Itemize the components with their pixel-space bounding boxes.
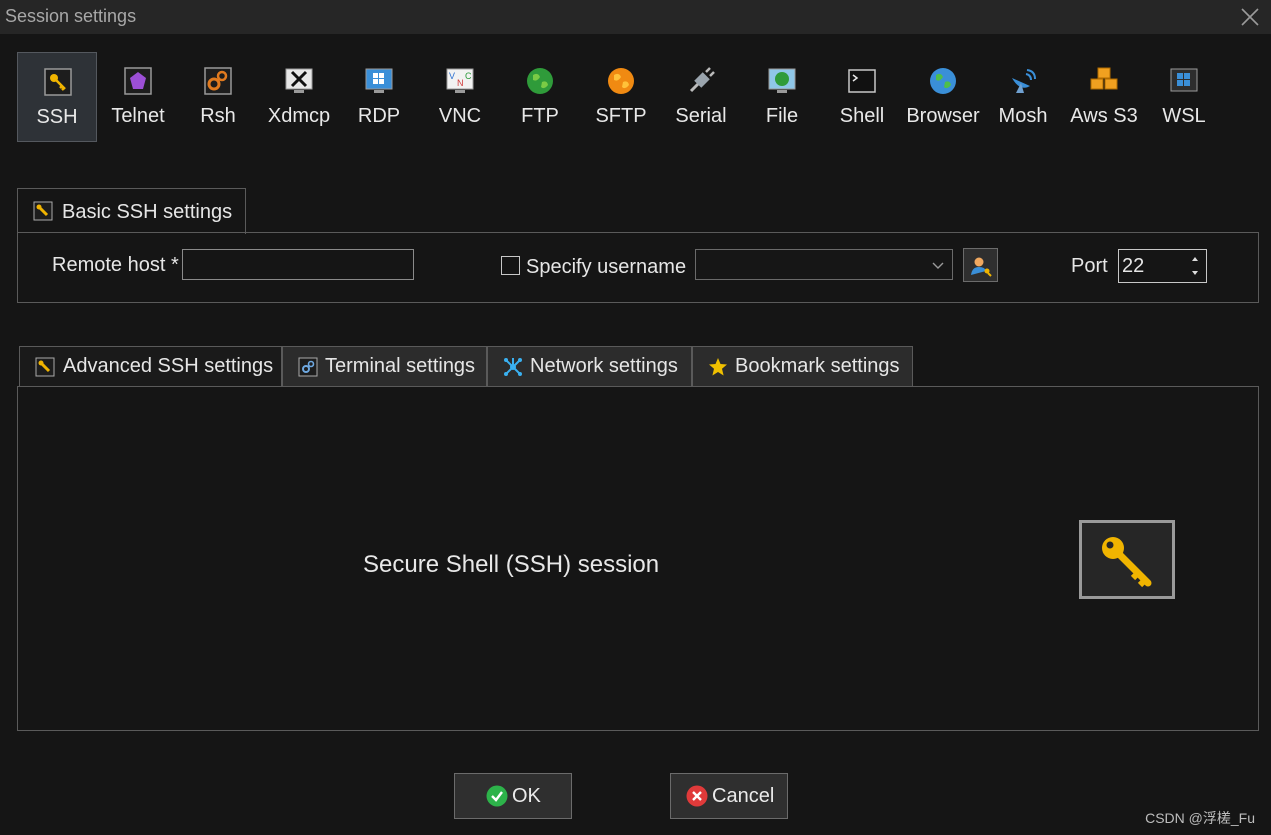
port-spinner[interactable]: 22	[1118, 249, 1207, 283]
watermark: CSDN @浮槎_Fu	[1145, 810, 1255, 826]
port-label: Port	[1071, 255, 1108, 277]
spin-down-icon[interactable]	[1190, 269, 1200, 277]
protocol-label: File	[765, 105, 799, 127]
protocol-wsl[interactable]: WSL	[1144, 52, 1224, 142]
protocol-label: Mosh	[998, 105, 1048, 127]
wrench-icon	[35, 357, 55, 377]
xdmcp-x-icon	[285, 68, 313, 93]
tab-label: Bookmark settings	[735, 355, 900, 377]
port-value[interactable]: 22	[1122, 255, 1144, 278]
protocol-aws-s3[interactable]: Aws S3	[1064, 52, 1144, 142]
vnc-monitor-icon: V N C	[446, 68, 474, 93]
protocol-browser[interactable]: Browser	[903, 52, 983, 142]
protocol-label: Xdmcp	[267, 105, 331, 127]
basic-settings-panel: Remote host * Specify username Port 22	[17, 232, 1259, 303]
protocol-label: VNC	[438, 105, 482, 127]
star-icon	[709, 358, 727, 376]
cancel-button[interactable]: Cancel	[670, 773, 788, 819]
specify-username-checkbox[interactable]	[501, 256, 520, 275]
svg-text:N: N	[457, 78, 464, 88]
close-icon[interactable]	[1239, 6, 1261, 28]
user-manager-button[interactable]	[963, 248, 998, 282]
large-key-icon	[1102, 537, 1152, 588]
protocol-telnet[interactable]: Telnet	[98, 52, 178, 142]
cancel-label: Cancel	[712, 785, 775, 807]
protocol-xdmcp[interactable]: Xdmcp	[259, 52, 339, 142]
aws-s3-cubes-icon	[1090, 67, 1118, 90]
terminal-gears-icon	[298, 357, 318, 377]
file-globe-monitor-icon	[768, 68, 796, 93]
protocol-rsh[interactable]: Rsh	[178, 52, 258, 142]
session-description: Secure Shell (SSH) session	[363, 551, 660, 578]
ok-label: OK	[512, 785, 541, 807]
tab-terminal-settings[interactable]: Terminal settings	[282, 346, 487, 386]
spin-up-icon[interactable]	[1190, 255, 1200, 263]
telnet-gem-icon	[124, 67, 152, 95]
wrench-icon	[33, 201, 53, 221]
tab-label: Terminal settings	[325, 355, 476, 377]
ssh-logo	[1079, 520, 1175, 599]
protocol-label: WSL	[1162, 105, 1206, 127]
protocol-label: SSH	[36, 106, 78, 128]
protocol-label: RDP	[357, 105, 401, 127]
svg-text:V: V	[449, 71, 455, 81]
svg-text:C: C	[465, 71, 472, 81]
protocol-label: Aws S3	[1070, 105, 1138, 127]
ok-button[interactable]: OK	[454, 773, 572, 819]
protocol-file[interactable]: File	[742, 52, 822, 142]
check-icon	[486, 785, 508, 807]
protocol-label: Browser	[906, 105, 980, 127]
sftp-globe-icon	[608, 68, 634, 94]
tab-advanced-ssh-settings[interactable]: Advanced SSH settings	[19, 346, 282, 386]
tab-bookmark-settings[interactable]: Bookmark settings	[692, 346, 913, 386]
tab-label: Network settings	[530, 355, 678, 377]
shell-terminal-icon	[848, 69, 876, 93]
chevron-down-icon	[932, 262, 944, 269]
ssh-key-icon	[44, 68, 72, 96]
remote-host-input[interactable]	[182, 249, 414, 280]
title-bar: Session settings	[0, 0, 1271, 34]
protocol-sftp[interactable]: SFTP	[581, 52, 661, 142]
protocol-label: FTP	[521, 105, 559, 127]
rsh-gears-icon	[204, 67, 232, 95]
cancel-x-icon	[686, 785, 708, 807]
wsl-windows-icon	[1170, 68, 1198, 92]
mosh-satellite-icon	[1012, 69, 1036, 93]
session-description-panel: Secure Shell (SSH) session	[17, 386, 1259, 731]
protocol-label: SFTP	[595, 105, 647, 127]
ftp-globe-icon	[527, 68, 553, 94]
browser-globe-icon	[930, 68, 956, 94]
protocol-serial[interactable]: Serial	[661, 52, 741, 142]
protocol-mosh[interactable]: Mosh	[983, 52, 1063, 142]
tab-label: Advanced SSH settings	[63, 355, 274, 377]
window-title: Session settings	[5, 6, 137, 26]
protocol-rdp[interactable]: RDP	[339, 52, 419, 142]
protocol-label: Rsh	[200, 105, 236, 127]
serial-plug-icon	[689, 67, 715, 93]
rdp-windows-monitor-icon	[365, 68, 393, 93]
protocol-label: Telnet	[111, 105, 165, 127]
protocol-label: Shell	[839, 105, 885, 127]
username-dropdown[interactable]	[695, 249, 953, 280]
protocol-ssh[interactable]: SSH	[17, 52, 97, 142]
tab-label: Basic SSH settings	[62, 201, 233, 223]
protocol-vnc[interactable]: V N C VNC	[420, 52, 500, 142]
remote-host-label: Remote host *	[52, 254, 179, 276]
specify-username-label: Specify username	[526, 256, 687, 278]
tab-network-settings[interactable]: Network settings	[487, 346, 692, 386]
network-icon	[504, 358, 522, 376]
protocol-bar: SSH Telnet Rsh Xdmcp RDP V N C VNC FTP S…	[17, 52, 1257, 142]
tab-basic-ssh-settings[interactable]: Basic SSH settings	[17, 188, 246, 234]
protocol-shell[interactable]: Shell	[822, 52, 902, 142]
user-key-icon	[971, 257, 992, 277]
protocol-ftp[interactable]: FTP	[500, 52, 580, 142]
protocol-label: Serial	[675, 105, 727, 127]
